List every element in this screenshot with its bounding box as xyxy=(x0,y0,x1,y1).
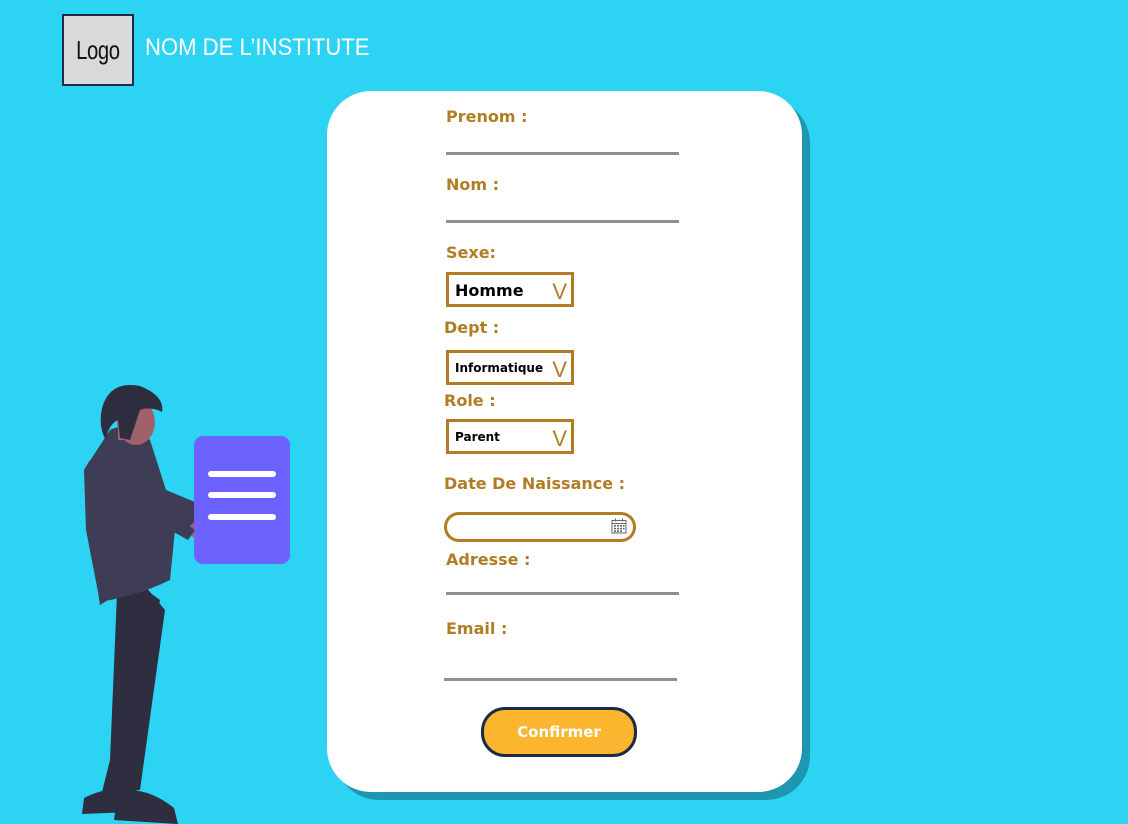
person-shoe-right xyxy=(114,790,178,824)
logo: Logo xyxy=(62,14,134,86)
sexe-value: Homme xyxy=(455,281,524,300)
date-naissance-input[interactable] xyxy=(444,512,636,542)
nom-input[interactable] xyxy=(446,220,679,223)
sexe-select[interactable]: Homme V xyxy=(446,272,574,307)
calendar-icon[interactable] xyxy=(611,518,627,534)
person-illustration xyxy=(82,384,290,824)
dept-select[interactable]: Informatique V xyxy=(446,350,574,385)
document-line xyxy=(208,514,276,520)
adresse-label: Adresse : xyxy=(446,550,531,569)
adresse-input[interactable] xyxy=(446,592,679,595)
sexe-label: Sexe: xyxy=(446,243,496,262)
role-value: Parent xyxy=(455,430,500,444)
confirm-button[interactable]: Confirmer xyxy=(481,707,637,757)
logo-text: Logo xyxy=(76,34,120,65)
role-select[interactable]: Parent V xyxy=(446,419,574,454)
chevron-down-icon: V xyxy=(552,279,567,304)
prenom-input[interactable] xyxy=(446,152,679,155)
document-line xyxy=(208,492,276,498)
dept-label: Dept : xyxy=(444,318,500,337)
document-icon xyxy=(194,436,290,564)
dept-value: Informatique xyxy=(455,361,544,375)
chevron-down-icon: V xyxy=(552,426,567,451)
email-input[interactable] xyxy=(444,678,677,681)
chevron-down-icon: V xyxy=(552,357,567,382)
role-label: Role : xyxy=(444,391,496,410)
nom-label: Nom : xyxy=(446,175,500,194)
document-line xyxy=(208,471,276,477)
institute-name: NOM DE L’INSTITUTE xyxy=(145,34,370,61)
email-label: Email : xyxy=(446,619,508,638)
prenom-label: Prenom : xyxy=(446,107,528,126)
date-naissance-label: Date De Naissance : xyxy=(444,474,626,493)
